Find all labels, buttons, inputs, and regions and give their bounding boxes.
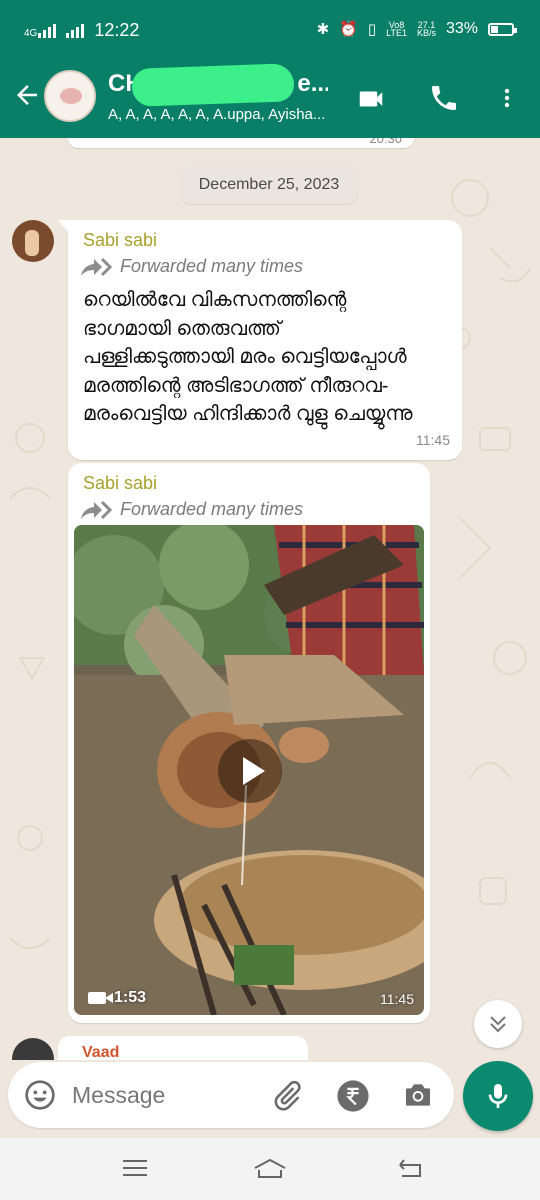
rupee-icon[interactable]: [336, 1079, 370, 1113]
chat-header[interactable]: CHI e... A, A, A, A, A, A, A.uppa, Ayisha…: [0, 62, 540, 138]
back-arrow-icon[interactable]: [12, 80, 42, 110]
message-composer: [8, 1062, 454, 1128]
redaction-mark: [131, 63, 295, 107]
forward-icon: [81, 500, 112, 519]
double-chevron-down-icon: [490, 1016, 506, 1033]
back-nav-icon[interactable]: [396, 1156, 426, 1180]
message-time: 11:45: [416, 432, 450, 448]
message-bubble[interactable]: Vaad: [58, 1036, 308, 1060]
message-text: റെയിൽവേ വികസനത്തിന്റെ ഭാഗമായി തെരുവത്ത് …: [83, 289, 413, 425]
more-vert-icon[interactable]: [495, 82, 519, 114]
network-type: 4G: [24, 27, 38, 39]
camera-icon[interactable]: [400, 1079, 436, 1111]
system-nav-bar: [0, 1138, 540, 1200]
forwarded-text: Forwarded many times: [120, 499, 304, 519]
recent-apps-icon[interactable]: [120, 1156, 150, 1180]
video-duration: 1:53: [88, 989, 146, 1007]
mic-button[interactable]: [463, 1061, 533, 1131]
previous-message-time: 20:30: [369, 138, 402, 146]
forwarded-label: Forwarded many times: [80, 499, 303, 520]
signal-icon: [38, 23, 57, 38]
scroll-to-bottom-button[interactable]: [474, 1000, 522, 1048]
vibrate-icon: ▯: [367, 21, 377, 38]
chat-title-end: e...: [297, 70, 328, 97]
battery-icon: [488, 22, 517, 36]
group-members[interactable]: A, A, A, A, A, A, A.uppa, Ayisha...: [108, 106, 338, 123]
clock: 12:22: [94, 20, 140, 40]
mic-icon: [488, 1084, 508, 1108]
sender-name[interactable]: Vaad: [82, 1044, 119, 1060]
play-button[interactable]: [218, 739, 282, 803]
message-input[interactable]: [72, 1076, 252, 1114]
group-avatar[interactable]: [44, 70, 96, 122]
network-indicator: 4G: [24, 23, 57, 39]
speed-indicator: 27.1 KB/s: [416, 20, 436, 38]
message-time: 11:45: [380, 991, 414, 1007]
bluetooth-icon: ✱: [316, 21, 330, 38]
signal-icon-2: [66, 23, 85, 38]
video-duration-text: 1:53: [114, 989, 147, 1006]
video-message-bubble[interactable]: Sabi sabi Forwarded many times 1:53 11:4…: [68, 463, 430, 1023]
home-icon[interactable]: [252, 1156, 288, 1180]
phone-icon[interactable]: [428, 82, 460, 114]
forward-icon: [81, 257, 112, 276]
date-separator: December 25, 2023: [180, 166, 358, 204]
emoji-icon[interactable]: [24, 1079, 56, 1111]
video-camera-icon: [88, 992, 113, 1004]
video-thumbnail[interactable]: 1:53 11:45: [74, 525, 424, 1015]
volte-indicator: Vo8 LTE1: [386, 20, 407, 38]
forwarded-text: Forwarded many times: [120, 256, 304, 276]
sender-name[interactable]: Sabi sabi: [83, 230, 157, 251]
message-bubble[interactable]: Sabi sabi Forwarded many times റെയിൽവേ വ…: [58, 220, 462, 460]
status-bar: 4G 12:22 ✱ ⏰ ▯ Vo8 LTE1 27.1 KB/s 33%: [0, 0, 540, 62]
forwarded-label: Forwarded many times: [80, 256, 303, 277]
sender-avatar[interactable]: [12, 220, 54, 262]
top-bar: 4G 12:22 ✱ ⏰ ▯ Vo8 LTE1 27.1 KB/s 33% CH…: [0, 0, 540, 138]
chat-area[interactable]: 20:30 December 25, 2023 Sabi sabi Forwar…: [0, 138, 540, 1060]
alarm-icon: ⏰: [339, 21, 358, 38]
sender-name[interactable]: Sabi sabi: [83, 473, 157, 494]
video-call-icon[interactable]: [352, 84, 390, 114]
previous-message-bubble[interactable]: 20:30: [68, 138, 414, 148]
attach-icon[interactable]: [270, 1079, 304, 1113]
battery-percent: 33%: [445, 20, 478, 37]
